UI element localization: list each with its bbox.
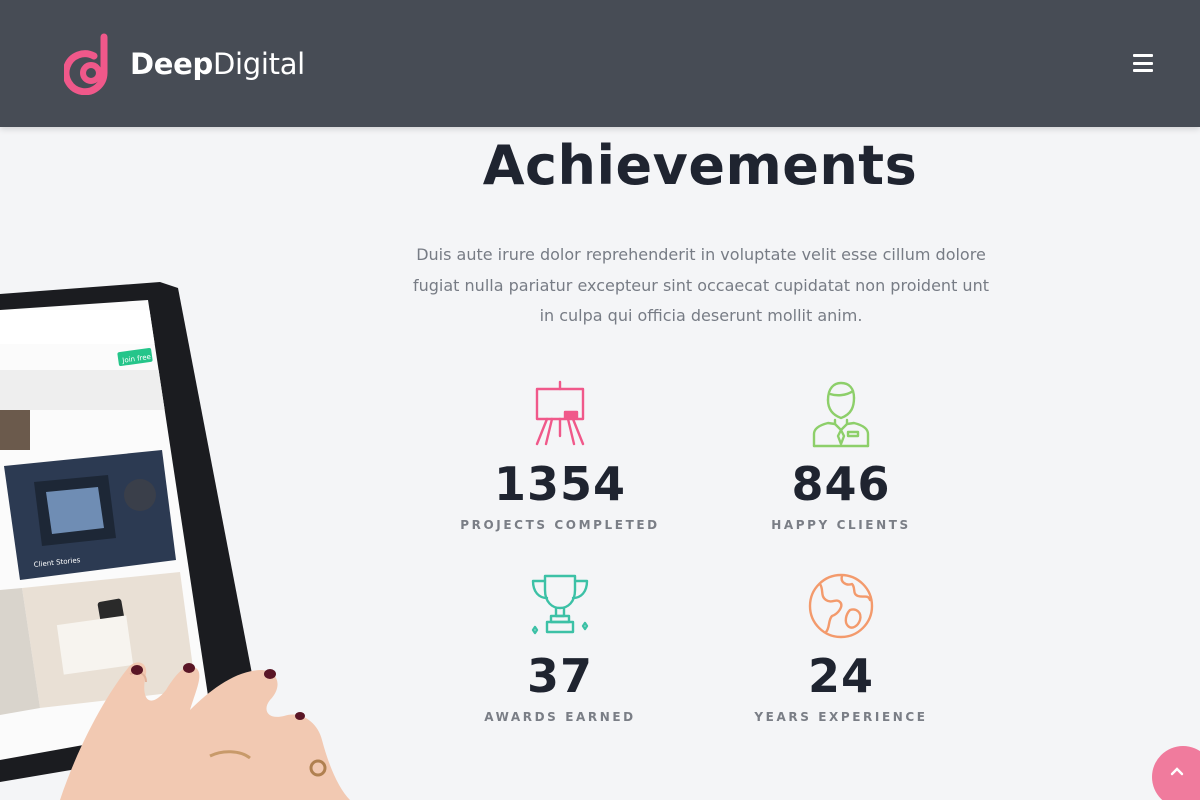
hamburger-menu-icon[interactable] [1133,54,1153,72]
brand-name-light: Digital [212,47,305,81]
globe-icon [808,573,874,639]
easel-icon [535,380,585,446]
menu-bar [1133,54,1153,57]
stat-projects-completed: 1354 PROJECTS COMPLETED [420,378,700,532]
stat-awards-earned: 37 AWARDS EARNED [420,570,700,724]
menu-bar [1133,61,1153,65]
brand-name-bold: Deep [130,47,213,81]
stat-label: AWARDS EARNED [484,710,636,724]
stat-years-experience: 24 YEARS EXPERIENCE [701,570,981,724]
tablet-hand-image: Join free Client Stories [0,282,350,800]
site-header: DeepDigital [0,0,1200,127]
menu-bar [1133,69,1153,72]
chevron-up-icon [1170,767,1184,776]
stat-number: 24 [807,649,874,703]
brand-name: DeepDigital [130,47,305,81]
stat-label: PROJECTS COMPLETED [460,518,660,532]
scroll-to-top-button[interactable] [1152,746,1200,800]
businessman-icon [812,381,870,448]
page-title: Achievements [482,134,918,197]
stat-label: HAPPY CLIENTS [771,518,911,532]
deepdigital-logo-icon [64,33,108,95]
stat-label: YEARS EXPERIENCE [754,710,928,724]
stat-number: 1354 [493,457,627,511]
stat-number: 846 [791,457,891,511]
brand-logo[interactable]: DeepDigital [64,33,305,95]
stat-number: 37 [526,649,593,703]
section-description: Duis aute irure dolor reprehenderit in v… [413,245,989,325]
trophy-icon [531,574,589,635]
stat-happy-clients: 846 HAPPY CLIENTS [701,378,981,532]
